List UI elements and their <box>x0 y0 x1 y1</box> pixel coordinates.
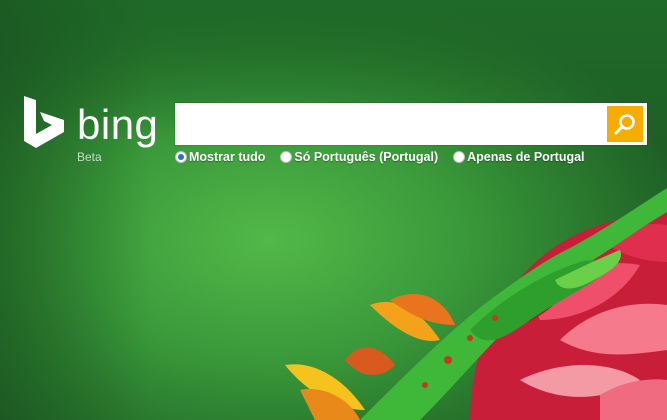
option-so-portugues[interactable]: Só Português (Portugal) <box>280 150 438 164</box>
beta-label: Beta <box>77 150 102 164</box>
search-input[interactable] <box>181 109 605 141</box>
radio-so-portugues[interactable] <box>280 151 293 163</box>
option-label: Apenas de Portugal <box>467 150 585 164</box>
search-icon <box>614 114 635 135</box>
option-label: Só Português (Portugal) <box>294 150 439 164</box>
bing-b-icon <box>24 96 64 148</box>
radio-mostrar-tudo[interactable] <box>175 151 187 163</box>
option-apenas-portugal[interactable]: Apenas de Portugal <box>453 150 585 164</box>
bing-logo-text: bing <box>77 101 159 148</box>
search-box <box>175 103 647 145</box>
language-options: Mostrar tudo Só Português (Portugal) Ape… <box>175 150 585 164</box>
option-mostrar-tudo[interactable]: Mostrar tudo <box>175 150 265 164</box>
option-label: Mostrar tudo <box>189 150 266 164</box>
background-photo <box>285 188 667 420</box>
radio-apenas-portugal[interactable] <box>453 151 466 163</box>
search-button[interactable] <box>607 106 643 142</box>
